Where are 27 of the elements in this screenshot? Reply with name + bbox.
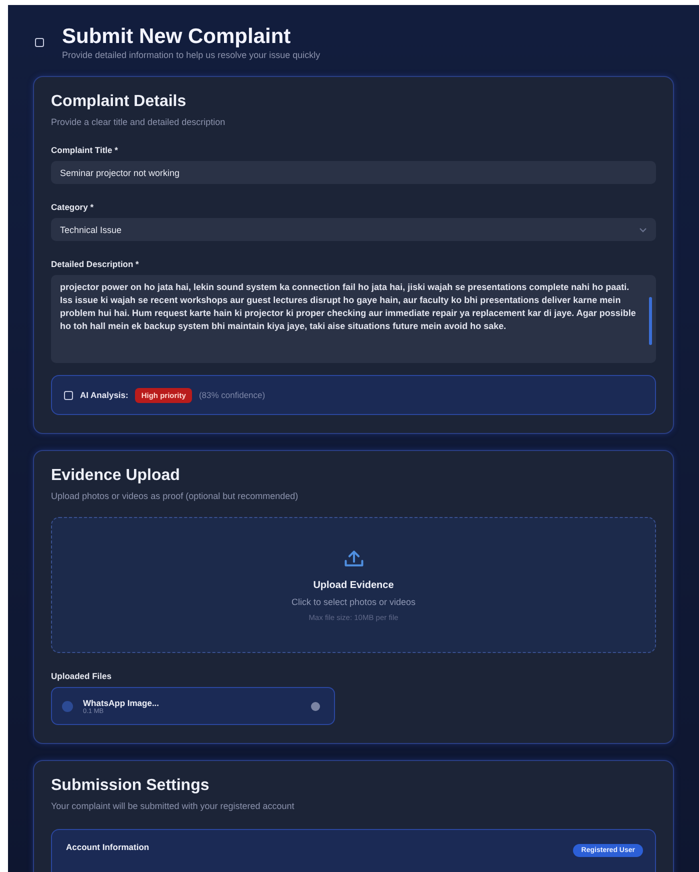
page-title: Submit New Complaint xyxy=(62,25,292,49)
confidence-text: (83% confidence) xyxy=(198,390,266,400)
card-subtitle: Upload photos or videos as proof (optional but recommended) xyxy=(51,491,300,501)
file-name: WhatsApp Image... xyxy=(83,698,160,708)
page-subtitle: Provide detailed information to help us resolve your issue quickly xyxy=(62,50,320,60)
field-label: Category * xyxy=(51,202,95,212)
account-title: Account Information xyxy=(66,842,150,852)
field-label: Complaint Title * xyxy=(51,145,119,155)
analysis-label: AI Analysis: xyxy=(80,390,128,400)
chevron-down-icon xyxy=(639,226,647,232)
description-field[interactable]: projector power on ho jata hai, lekin sound system ka connection fail ho jata hai, jiski wajah se presentations complete nahi ho paati. Iss issue ki wajah se recent workshops aur guest lectures disrupt ho gaye hain, aur faculty ko bhi presentations deliver karne mein problem hui hai. Hum request karte hain ki projector ki proper checking aur immediate repair ya replacement kar di jaye. Agar possible ho toh hall mein ek backup system bhi maintain kiya jaye, taki aise situations future mein avoid ho sake. xyxy=(51,275,656,363)
field-label: Detailed Description * xyxy=(51,259,140,269)
card-subtitle: Your complaint will be submitted with your registered account xyxy=(51,801,296,811)
card-title: Evidence Upload xyxy=(51,467,181,485)
square-icon xyxy=(35,38,44,47)
card-title: Complaint Details xyxy=(51,93,188,111)
card-title: Submission Settings xyxy=(51,777,210,795)
file-icon xyxy=(62,700,73,712)
files-label: Uploaded Files xyxy=(51,671,112,681)
dropzone-hint: Click to select photos or videos xyxy=(291,597,416,607)
scrollbar-thumb[interactable] xyxy=(649,297,652,345)
square-icon xyxy=(64,390,73,400)
category-select[interactable]: Technical Issue xyxy=(51,218,656,241)
title-field[interactable]: Seminar projector not working xyxy=(51,161,656,184)
remove-button[interactable] xyxy=(311,702,320,710)
card-subtitle: Provide a clear title and detailed description xyxy=(51,117,226,127)
dropzone-title: Upload Evidence xyxy=(313,580,394,591)
